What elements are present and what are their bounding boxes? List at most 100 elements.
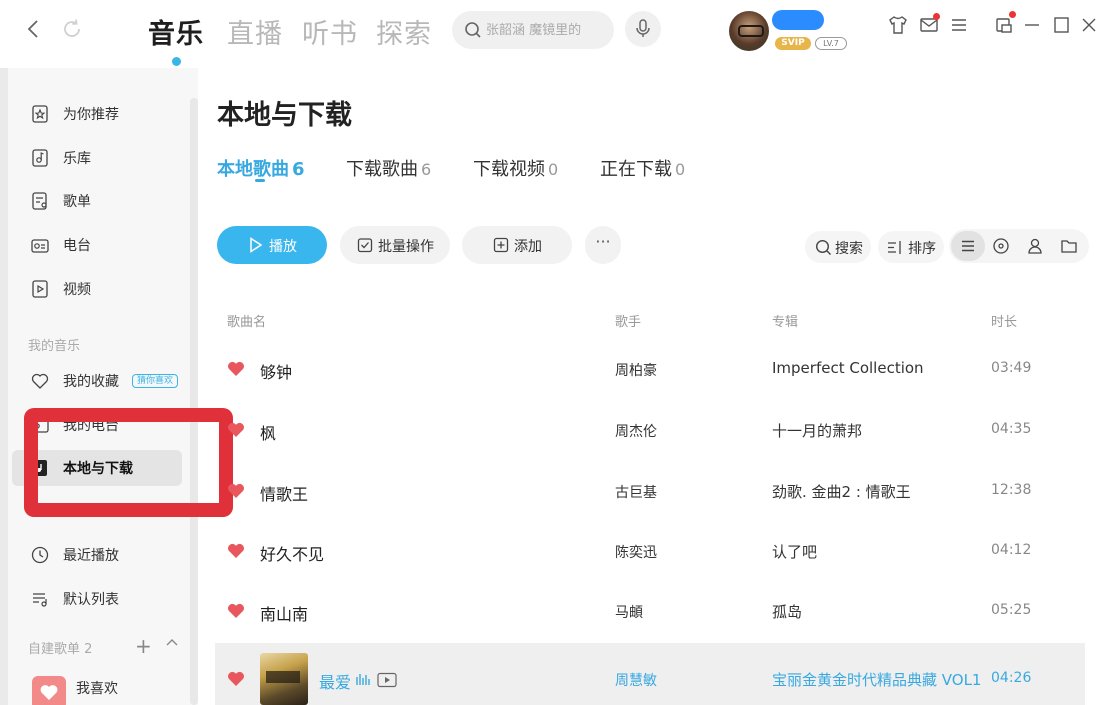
table-row[interactable]: 够钟 周柏豪 Imperfect Collection 03:49: [215, 340, 1085, 400]
song-album[interactable]: Imperfect Collection: [772, 359, 924, 377]
folder-view-icon[interactable]: [1060, 237, 1078, 255]
top-bar: 音乐 直播 听书 探索 SVIP LV.7: [0, 0, 1115, 68]
song-album[interactable]: 孤岛: [772, 601, 802, 622]
song-artist[interactable]: 马頔: [615, 602, 643, 622]
checkbox-icon: [357, 238, 373, 253]
artist-view-icon[interactable]: [1026, 237, 1044, 255]
search-input[interactable]: [486, 19, 608, 41]
guess-you-like-badge[interactable]: 猜你喜欢: [132, 374, 179, 388]
tab-live[interactable]: 直播: [227, 12, 283, 51]
heart-filled-icon[interactable]: [227, 361, 245, 377]
list-icon: [30, 589, 50, 609]
song-title[interactable]: 情歌王: [260, 481, 308, 505]
heart-filled-icon[interactable]: [227, 543, 245, 559]
mv-icon[interactable]: [377, 672, 397, 688]
table-row[interactable]: 好久不见 陈奕迅 认了吧 04:12: [215, 522, 1085, 582]
active-subtab-underline: [255, 179, 265, 182]
skin-icon[interactable]: [887, 14, 909, 36]
back-icon[interactable]: [22, 17, 46, 41]
more-options-button[interactable]: ···: [585, 226, 621, 264]
song-artist[interactable]: 古巨基: [615, 482, 657, 502]
my-like-cover[interactable]: [32, 676, 66, 705]
column-header-song[interactable]: 歌曲名: [227, 311, 266, 330]
song-title[interactable]: 枫: [260, 420, 276, 444]
album-view-icon[interactable]: [992, 237, 1010, 255]
sort-button[interactable]: 排序: [878, 231, 944, 263]
heart-filled-icon[interactable]: [227, 422, 245, 438]
song-artist[interactable]: 周慧敏: [615, 670, 657, 690]
column-header-artist[interactable]: 歌手: [615, 311, 641, 330]
minimize-icon[interactable]: [1021, 14, 1043, 36]
song-title[interactable]: 南山南: [260, 601, 308, 625]
song-artist[interactable]: 陈奕迅: [615, 542, 657, 562]
tab-downloaded-videos[interactable]: 下载视频 0: [473, 155, 558, 181]
column-header-album[interactable]: 专辑: [772, 311, 798, 330]
song-album[interactable]: 劲歌. 金曲2 : 情歌王: [772, 481, 911, 502]
sidebar-item-playlists[interactable]: 歌单: [30, 186, 182, 216]
sidebar-item-video[interactable]: 视频: [30, 274, 182, 304]
song-album[interactable]: 宝丽金黄金时代精品典藏 VOL1: [772, 669, 981, 690]
song-title[interactable]: 好久不见: [260, 541, 324, 565]
play-all-button[interactable]: 播放: [217, 226, 327, 264]
heart-filled-icon[interactable]: [227, 483, 245, 499]
heart-filled-icon[interactable]: [227, 603, 245, 619]
song-duration: 04:26: [991, 670, 1032, 686]
search-box[interactable]: [452, 11, 614, 49]
sidebar-scrollbar[interactable]: [190, 98, 198, 705]
song-duration: 03:49: [991, 360, 1032, 376]
video-icon: [30, 279, 50, 299]
tab-music[interactable]: 音乐: [148, 12, 204, 51]
tab-downloaded-songs[interactable]: 下载歌曲 6: [346, 155, 431, 181]
level-badge[interactable]: LV.7: [815, 37, 847, 50]
song-duration: 04:35: [991, 421, 1032, 437]
sidebar-item-favorites[interactable]: 我的收藏 猜你喜欢: [30, 366, 182, 396]
active-tab-indicator: [172, 57, 181, 66]
maximize-icon[interactable]: [1050, 14, 1072, 36]
song-artist[interactable]: 周柏豪: [615, 360, 657, 380]
equalizer-icon: [356, 674, 370, 685]
batch-operation-button[interactable]: 批量操作: [340, 226, 450, 264]
search-songs-button[interactable]: 搜索: [805, 231, 871, 263]
radio-icon: [30, 235, 50, 255]
table-row[interactable]: 枫 周杰伦 十一月的萧邦 04:35: [215, 401, 1085, 461]
heart-filled-icon[interactable]: [227, 671, 245, 687]
voice-search-button[interactable]: [625, 11, 661, 47]
svip-badge[interactable]: SVIP: [775, 37, 811, 50]
collapse-chevron-icon[interactable]: [165, 636, 179, 654]
sidebar-item-default-list[interactable]: 默认列表: [30, 584, 182, 614]
add-playlist-icon[interactable]: +: [135, 634, 152, 658]
tab-downloading[interactable]: 正在下载 0: [600, 155, 685, 181]
song-title[interactable]: 够钟: [260, 359, 292, 383]
song-artist[interactable]: 周杰伦: [615, 421, 657, 441]
tab-explore[interactable]: 探索: [376, 12, 432, 51]
add-button[interactable]: 添加: [462, 226, 572, 264]
search-icon: [464, 21, 482, 43]
avatar[interactable]: [729, 11, 769, 51]
song-title[interactable]: 最爱: [319, 669, 351, 693]
song-album[interactable]: 十一月的萧邦: [772, 420, 862, 441]
refresh-icon[interactable]: [60, 17, 84, 41]
table-row-playing[interactable]: 最爱 周慧敏 宝丽金黄金时代精品典藏 VOL1 04:26: [215, 643, 1085, 705]
sidebar-item-recent[interactable]: 最近播放: [30, 540, 182, 570]
table-row[interactable]: 情歌王 古巨基 劲歌. 金曲2 : 情歌王 12:38: [215, 462, 1085, 522]
list-view-icon[interactable]: [959, 237, 977, 255]
play-icon: [250, 237, 263, 253]
song-duration: 04:12: [991, 542, 1032, 558]
album-cover[interactable]: [260, 653, 308, 705]
username-redacted[interactable]: [772, 10, 824, 30]
sort-icon: [888, 241, 901, 254]
sidebar-item-radio[interactable]: 电台: [30, 230, 182, 260]
sidebar-item-library[interactable]: 乐库: [30, 143, 182, 173]
song-duration: 05:25: [991, 602, 1032, 618]
heart-icon: [40, 685, 58, 700]
close-icon[interactable]: [1078, 14, 1100, 36]
column-header-duration[interactable]: 时长: [991, 311, 1017, 330]
menu-icon[interactable]: [948, 14, 970, 36]
table-row[interactable]: 南山南 马頔 孤岛 05:25: [215, 582, 1085, 642]
tab-local-songs[interactable]: 本地歌曲 6: [217, 155, 305, 181]
sidebar-item-recommend[interactable]: 为你推荐: [30, 99, 182, 129]
song-album[interactable]: 认了吧: [772, 541, 817, 562]
sidebar-item-my-like[interactable]: 我喜欢: [76, 678, 118, 698]
tab-audiobook[interactable]: 听书: [302, 12, 358, 51]
mail-notification-dot: [933, 13, 940, 20]
